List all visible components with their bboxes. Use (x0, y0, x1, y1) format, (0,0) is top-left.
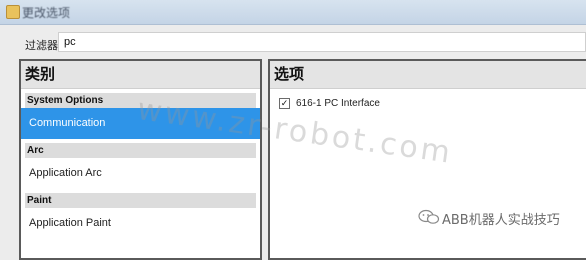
category-panel: 类别 System Options Communication Arc Appl… (19, 59, 262, 260)
window-title: 更改选项 (22, 6, 71, 20)
category-group-system-options: System Options (25, 93, 256, 108)
category-item-application-arc[interactable]: Application Arc (21, 158, 260, 189)
branding-text: ABB机器人实战技巧 (442, 213, 560, 228)
category-group-paint: Paint (25, 193, 256, 208)
category-group-arc: Arc (25, 143, 256, 158)
options-panel: 选项 ✓ 616-1 PC Interface (268, 59, 586, 260)
category-header: 类别 (21, 61, 260, 89)
category-item-application-paint[interactable]: Application Paint (21, 208, 260, 239)
options-header: 选项 (270, 61, 586, 89)
option-item: ✓ 616-1 PC Interface (270, 95, 586, 115)
filter-row: 过滤器 (0, 30, 586, 54)
filter-input[interactable] (58, 32, 586, 52)
option-label: 616-1 PC Interface (296, 98, 380, 109)
wechat-icon (418, 209, 440, 224)
category-item-communication[interactable]: Communication (21, 108, 260, 139)
window-title-bar: 更改选项 (0, 0, 586, 25)
filter-label: 过滤器 (25, 40, 58, 52)
app-icon (6, 5, 20, 19)
option-checkbox[interactable]: ✓ (279, 98, 290, 109)
